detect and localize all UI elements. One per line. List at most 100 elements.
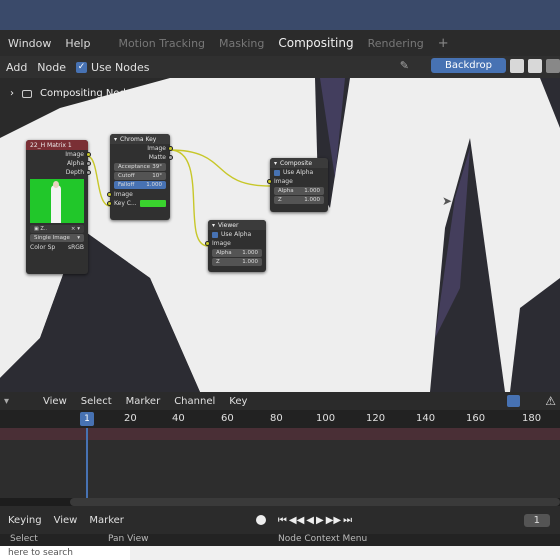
alpha-field[interactable]: Alpha 1.000 xyxy=(212,249,262,257)
socket[interactable] xyxy=(205,241,210,246)
input-label: Key C... xyxy=(114,200,137,207)
socket[interactable] xyxy=(86,161,91,166)
taskbar-search[interactable]: here to search xyxy=(0,546,130,560)
node-header[interactable]: ▾ Chroma Key xyxy=(110,134,170,144)
node-menu[interactable]: Node xyxy=(37,61,66,74)
editor-type-icon[interactable]: ▾ xyxy=(4,396,9,407)
workspace-tab-compositing[interactable]: Compositing xyxy=(278,36,353,50)
socket[interactable] xyxy=(168,146,173,151)
pin-icon[interactable]: ✎ xyxy=(400,59,409,72)
z-field[interactable]: Z 1.000 xyxy=(212,258,262,266)
next-keyframe-icon[interactable]: ▶▶ xyxy=(326,515,341,526)
colorspace-row[interactable]: Color Sp sRGB xyxy=(26,243,88,252)
filter-icon[interactable] xyxy=(507,395,520,407)
socket[interactable] xyxy=(107,201,112,206)
image-node[interactable]: 22_H Matrix 1 Image Alpha Depth ▣ Z.. × ▾… xyxy=(26,140,91,274)
checkbox-icon xyxy=(212,231,218,238)
image-browse-field[interactable]: ▣ Z.. × ▾ xyxy=(30,225,84,233)
field-label: Alpha xyxy=(278,188,294,194)
use-nodes-label: Use Nodes xyxy=(91,60,150,74)
socket[interactable] xyxy=(86,152,91,157)
output-label: Depth xyxy=(65,169,84,176)
timeline-ruler[interactable]: 1 20 40 60 80 100 120 140 160 180 xyxy=(0,410,560,428)
collapse-icon: ▾ xyxy=(274,159,278,167)
menu-window[interactable]: Window xyxy=(8,37,51,50)
timeline-menu-marker[interactable]: Marker xyxy=(126,396,161,407)
playback-marker-menu[interactable]: Marker xyxy=(89,515,124,526)
node-header[interactable]: ▾ Composite xyxy=(270,158,328,168)
node-header[interactable]: 22_H Matrix 1 xyxy=(26,140,88,150)
timeline-summary-row xyxy=(0,428,560,440)
workspace-tab-masking[interactable]: Masking xyxy=(219,37,264,50)
node-editor[interactable]: › Compositing Nodetree 22_H Matrix 1 Ima… xyxy=(0,78,560,392)
acceptance-slider[interactable]: Acceptance 39° xyxy=(114,163,166,171)
field-value: 1.000 xyxy=(304,197,320,203)
slider-value: 1.000 xyxy=(146,182,162,188)
timeline-menu-key[interactable]: Key xyxy=(229,396,247,407)
alpha-field[interactable]: Alpha 1.000 xyxy=(274,187,324,195)
ruler-tick: 80 xyxy=(270,413,283,424)
collapse-icon: ▾ xyxy=(212,221,216,229)
jump-end-icon[interactable]: ⏭ xyxy=(343,515,352,526)
channel-alpha-icon[interactable] xyxy=(528,58,542,73)
current-frame-indicator[interactable]: 1 xyxy=(80,412,94,426)
workspace-tab-rendering[interactable]: Rendering xyxy=(368,37,424,50)
colorspace-value: sRGB xyxy=(67,244,84,251)
output-label: Image xyxy=(65,151,84,158)
key-color-swatch[interactable] xyxy=(140,200,166,207)
add-workspace-button[interactable]: + xyxy=(438,36,449,51)
use-alpha-checkbox[interactable]: Use Alpha xyxy=(208,230,266,239)
input-label: Image xyxy=(274,178,293,185)
field-value: 1.000 xyxy=(242,250,258,256)
node-header[interactable]: ▾ Viewer xyxy=(208,220,266,230)
channel-rgb-icon[interactable] xyxy=(510,58,524,73)
cutoff-slider[interactable]: Cutoff 10° xyxy=(114,172,166,180)
record-button[interactable] xyxy=(255,515,266,525)
jump-start-icon[interactable]: ⏮ xyxy=(278,515,287,526)
socket[interactable] xyxy=(86,170,91,175)
socket[interactable] xyxy=(107,192,112,197)
chroma-key-node[interactable]: ▾ Chroma Key Image Matte Acceptance 39° C… xyxy=(107,134,173,220)
timeline-menu-view[interactable]: View xyxy=(43,396,67,407)
output-image: Image xyxy=(26,150,91,159)
use-nodes-toggle[interactable]: ✓ Use Nodes xyxy=(76,61,150,74)
play-icon[interactable]: ▶ xyxy=(316,515,324,526)
playback-view-menu[interactable]: View xyxy=(54,515,78,526)
status-select: Select xyxy=(10,534,38,544)
timeline-menu-select[interactable]: Select xyxy=(81,396,112,407)
channel-display-icon[interactable] xyxy=(546,58,560,73)
play-reverse-icon[interactable]: ◀ xyxy=(306,515,314,526)
use-alpha-checkbox[interactable]: Use Alpha xyxy=(270,168,328,177)
node-editor-header: Add Node ✓ Use Nodes ✎ Backdrop xyxy=(0,56,560,78)
field-label: Alpha xyxy=(216,250,232,256)
timeline-body[interactable] xyxy=(0,428,560,498)
frame-field[interactable]: 1 xyxy=(523,513,550,527)
field-value: 1.000 xyxy=(304,188,320,194)
z-field[interactable]: Z 1.000 xyxy=(274,196,324,204)
warning-icon[interactable]: ⚠ xyxy=(545,394,556,408)
falloff-slider[interactable]: Falloff 1.000 xyxy=(114,181,166,189)
menu-help[interactable]: Help xyxy=(65,37,90,50)
viewer-node[interactable]: ▾ Viewer Use Alpha Image Alpha 1.000 Z 1.0… xyxy=(205,220,266,272)
composite-node[interactable]: ▾ Composite Use Alpha Image Alpha 1.000 Z… xyxy=(267,158,328,212)
timeline-menu-channel[interactable]: Channel xyxy=(174,396,215,407)
playback-controls[interactable]: ⏮ ◀◀ ◀ ▶ ▶▶ ⏭ xyxy=(278,515,352,526)
status-pan: Pan View xyxy=(108,534,149,544)
keying-menu[interactable]: Keying xyxy=(8,515,42,526)
ruler-tick: 180 xyxy=(522,413,542,424)
add-menu[interactable]: Add xyxy=(6,61,27,74)
source-dropdown[interactable]: Single Image ▾ xyxy=(30,234,84,242)
input-image: Image xyxy=(107,190,170,199)
backdrop-button[interactable]: Backdrop xyxy=(431,58,506,73)
status-bar: Select Pan View Node Context Menu xyxy=(0,534,560,546)
output-label: Matte xyxy=(148,154,166,161)
ruler-tick: 140 xyxy=(416,413,436,424)
prev-keyframe-icon[interactable]: ◀◀ xyxy=(289,515,304,526)
socket[interactable] xyxy=(267,179,272,184)
checkbox-label: Use Alpha xyxy=(283,169,314,176)
timeline-scrollbar[interactable] xyxy=(70,498,560,506)
input-label: Image xyxy=(114,191,133,198)
output-label: Image xyxy=(147,145,166,152)
workspace-tab-motion-tracking[interactable]: Motion Tracking xyxy=(118,37,205,50)
socket[interactable] xyxy=(168,155,173,160)
